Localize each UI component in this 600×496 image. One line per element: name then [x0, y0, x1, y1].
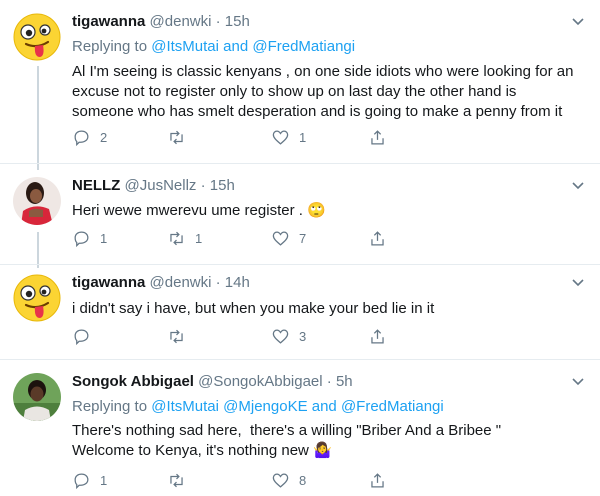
mention-link[interactable]: @FredMatiangi [252, 38, 355, 55]
tweet-text-content: Heri wewe mwerevu ume register . [72, 202, 303, 219]
share-button[interactable] [368, 228, 387, 248]
separator: · [200, 177, 206, 194]
mention-link[interactable]: @ItsMutai [151, 398, 219, 415]
retweet-icon [170, 231, 183, 245]
share-button[interactable] [368, 326, 387, 346]
tweet-header: Songok Abbigael @SongokAbbigael · 5h [72, 373, 353, 390]
timestamp[interactable]: 14h [225, 274, 250, 291]
tweet[interactable]: tigawanna @denwki · 15h Replying to @Its… [0, 0, 600, 163]
share-icon [371, 328, 384, 343]
reply-icon [74, 231, 89, 247]
eye-roll-emoji: 🙄 [307, 202, 326, 219]
display-name[interactable]: tigawanna [72, 274, 145, 291]
separator: · [215, 274, 221, 291]
like-count: 8 [299, 472, 307, 488]
tweet-header: tigawanna @denwki · 15h [72, 13, 250, 30]
shrug-emoji: 🤷‍♀️ [313, 442, 332, 459]
user-handle[interactable]: @SongokAbbigael [198, 373, 322, 390]
like-button[interactable]: 8 [271, 470, 306, 490]
reply-icon [74, 329, 89, 345]
heart-icon [272, 231, 289, 246]
display-name[interactable]: tigawanna [72, 13, 145, 30]
mention-and: and [223, 38, 249, 55]
mention-link[interactable]: @MjengoKE [223, 398, 307, 415]
separator: · [326, 373, 332, 390]
mention-link[interactable]: @ItsMutai [151, 38, 219, 55]
mention-link[interactable]: @FredMatiangi [341, 398, 444, 415]
avatar[interactable] [13, 373, 61, 421]
replying-to: Replying to @ItsMutai and @FredMatiangi [72, 38, 355, 55]
retweet-count: 1 [195, 230, 203, 246]
chevron-down-icon[interactable] [570, 373, 586, 389]
reply-button[interactable]: 1 [72, 470, 107, 490]
share-icon [371, 230, 384, 245]
retweet-button[interactable] [167, 326, 195, 346]
tweet-text-content: Welcome to Kenya, it's nothing new [72, 442, 309, 459]
tweet-text: Heri wewe mwerevu ume register . 🙄 [72, 201, 582, 221]
tweet-text-line: Welcome to Kenya, it's nothing new 🤷‍♀️ [72, 441, 582, 461]
user-handle[interactable]: @denwki [150, 13, 212, 30]
profile-photo-icon [13, 177, 61, 225]
retweet-button[interactable]: 1 [167, 228, 202, 248]
like-count: 7 [299, 230, 307, 246]
display-name[interactable]: NELLZ [72, 177, 120, 194]
chevron-down-icon[interactable] [570, 13, 586, 29]
like-count: 3 [299, 328, 307, 344]
share-button[interactable] [368, 127, 387, 147]
tweet[interactable]: NELLZ @JusNellz · 15h Heri wewe mwerevu … [0, 164, 600, 264]
replying-to: Replying to @ItsMutai @MjengoKE and @Fre… [72, 398, 444, 415]
user-handle[interactable]: @JusNellz [125, 177, 197, 194]
reply-icon [74, 473, 89, 489]
tweet-header: tigawanna @denwki · 14h [72, 274, 250, 291]
share-icon [371, 129, 384, 144]
like-count: 1 [299, 129, 307, 145]
retweet-button[interactable] [167, 470, 195, 490]
retweet-icon [170, 130, 183, 144]
profile-photo-icon [13, 373, 61, 421]
chevron-down-icon[interactable] [570, 177, 586, 193]
like-button[interactable]: 1 [271, 127, 306, 147]
timestamp[interactable]: 15h [210, 177, 235, 194]
like-button[interactable]: 7 [271, 228, 306, 248]
like-button[interactable]: 3 [271, 326, 306, 346]
reply-button[interactable] [72, 326, 100, 346]
mention-and: and [311, 398, 337, 415]
heart-icon [272, 473, 289, 488]
retweet-icon [170, 473, 183, 487]
tweet-text: i didn't say i have, but when you make y… [72, 300, 435, 317]
reply-button[interactable]: 1 [72, 228, 107, 248]
heart-icon [272, 329, 289, 344]
display-name[interactable]: Songok Abbigael [72, 373, 194, 390]
silly-face-emoji-icon [13, 274, 61, 322]
timestamp[interactable]: 15h [225, 13, 250, 30]
separator: · [215, 13, 221, 30]
avatar[interactable] [13, 274, 61, 322]
tweet[interactable]: tigawanna @denwki · 14h i didn't say i h… [0, 265, 600, 359]
replying-to-label: Replying to [72, 38, 148, 55]
reply-icon [74, 130, 89, 146]
tweet-text: There's nothing sad here, there's a will… [72, 421, 582, 461]
avatar[interactable] [13, 177, 61, 225]
reply-count: 1 [100, 472, 108, 488]
reply-count: 1 [100, 230, 108, 246]
retweet-button[interactable] [167, 127, 195, 147]
user-handle[interactable]: @denwki [150, 274, 212, 291]
share-button[interactable] [368, 470, 387, 490]
heart-icon [272, 130, 289, 145]
reply-button[interactable]: 2 [72, 127, 107, 147]
share-icon [371, 472, 384, 487]
avatar[interactable] [13, 13, 61, 61]
retweet-icon [170, 329, 183, 343]
tweet[interactable]: Songok Abbigael @SongokAbbigael · 5h Rep… [0, 360, 600, 496]
tweet-text: Al I'm seeing is classic kenyans , on on… [72, 63, 574, 120]
silly-face-emoji-icon [13, 13, 61, 61]
chevron-down-icon[interactable] [570, 274, 586, 290]
timestamp[interactable]: 5h [336, 373, 353, 390]
reply-count: 2 [100, 129, 108, 145]
replying-to-label: Replying to [72, 398, 148, 415]
tweet-text-line: There's nothing sad here, there's a will… [72, 422, 502, 439]
tweet-header: NELLZ @JusNellz · 15h [72, 177, 235, 194]
